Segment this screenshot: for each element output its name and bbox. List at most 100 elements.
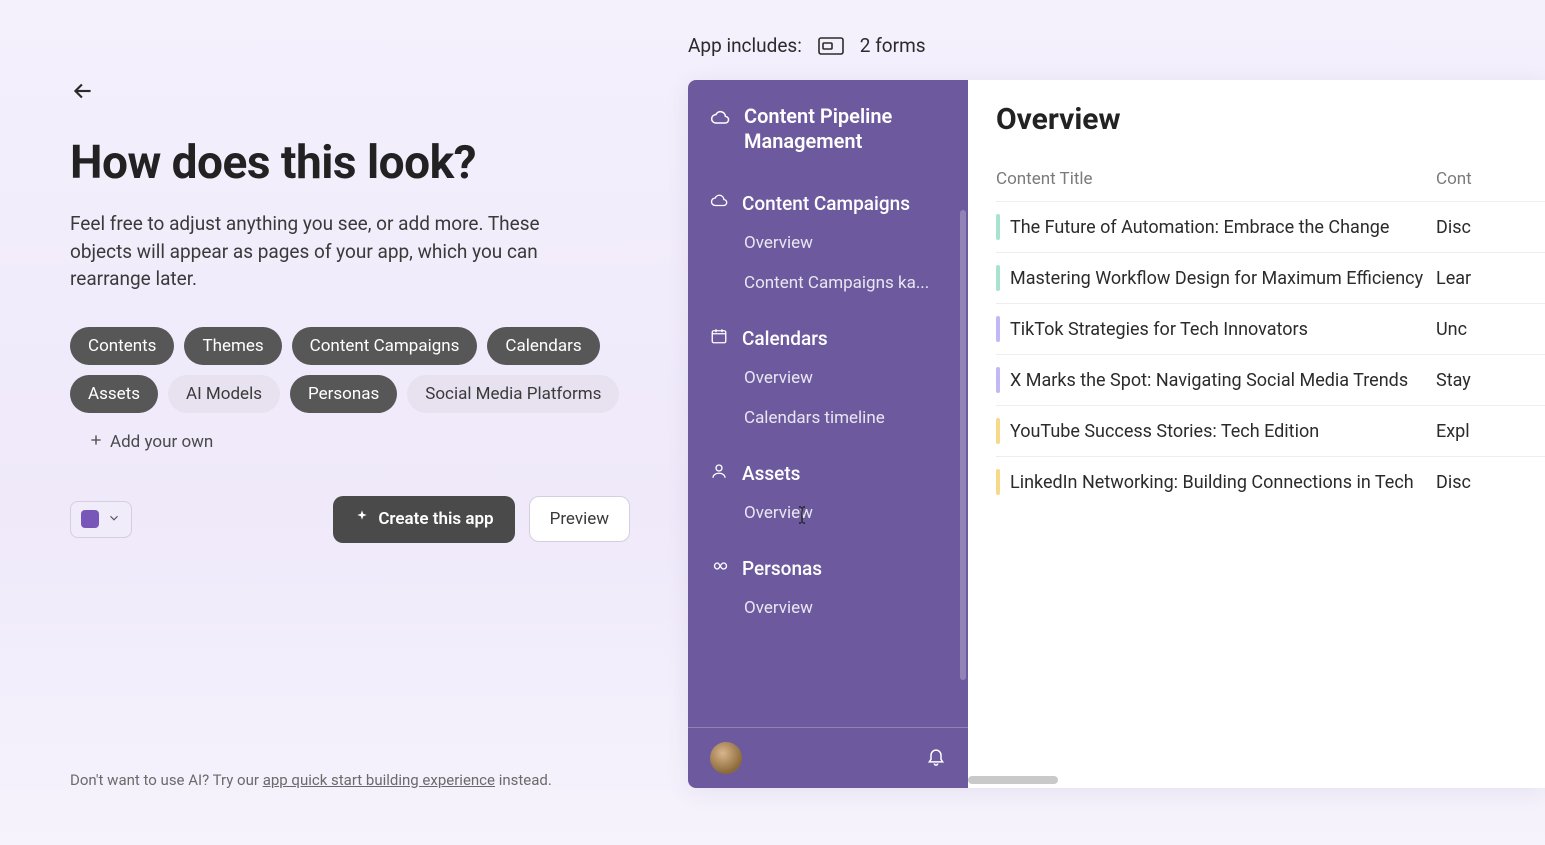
cloud-icon — [710, 104, 730, 132]
table-row[interactable]: YouTube Success Stories: Tech EditionExp… — [996, 405, 1545, 456]
back-button[interactable] — [70, 78, 96, 108]
nav-section-head[interactable]: Calendars — [688, 313, 968, 358]
create-app-button[interactable]: Create this app — [333, 496, 514, 543]
main-title: Overview — [996, 102, 1545, 137]
footer-pre: Don't want to use AI? Try our — [70, 771, 263, 789]
page-title: How does this look? — [70, 136, 630, 190]
infinity-icon — [710, 557, 728, 580]
table-body: The Future of Automation: Embrace the Ch… — [996, 201, 1545, 507]
object-chips: Contents Themes Content Campaigns Calendars… — [70, 327, 630, 462]
row-title: The Future of Automation: Embrace the Ch… — [1010, 217, 1436, 238]
nav-section: Personas Overview — [688, 543, 968, 628]
chip-label: Contents — [88, 336, 156, 356]
color-picker[interactable] — [70, 501, 132, 538]
actions-row: Create this app Preview — [70, 496, 630, 543]
chip-label: Content Campaigns — [310, 336, 460, 356]
row-desc: Disc — [1436, 472, 1545, 493]
nav-section-head[interactable]: Content Campaigns — [688, 178, 968, 223]
chip-label: Personas — [308, 384, 379, 404]
preview-button[interactable]: Preview — [529, 496, 630, 542]
table-row[interactable]: X Marks the Spot: Navigating Social Medi… — [996, 354, 1545, 405]
chip-label: Calendars — [505, 336, 581, 356]
preview-label: Preview — [550, 509, 609, 529]
app-includes-label: App includes: — [688, 34, 802, 57]
object-chip[interactable]: Personas — [290, 375, 397, 413]
chip-label: Social Media Platforms — [425, 384, 601, 404]
object-chip[interactable]: Themes — [184, 327, 281, 365]
footer-note: Don't want to use AI? Try our app quick … — [70, 771, 552, 789]
person-icon — [710, 462, 728, 485]
sidebar-header: Content Pipeline Management — [688, 80, 968, 172]
table-row[interactable]: LinkedIn Networking: Building Connection… — [996, 456, 1545, 507]
sidebar-scrollbar[interactable] — [960, 210, 966, 680]
nav-section-label: Personas — [742, 557, 822, 580]
preview-main: Overview Content Title Cont The Future o… — [968, 80, 1545, 788]
row-desc: Disc — [1436, 217, 1545, 238]
row-title: X Marks the Spot: Navigating Social Medi… — [1010, 370, 1436, 391]
nav-item[interactable]: Overview — [688, 223, 968, 263]
nav-item[interactable]: Content Campaigns ka... — [688, 263, 968, 303]
row-marker — [996, 469, 1000, 495]
footer-link[interactable]: app quick start building experience — [263, 771, 495, 789]
row-marker — [996, 418, 1000, 444]
row-title: Mastering Workflow Design for Maximum Ef… — [1010, 268, 1436, 289]
object-chip[interactable]: Assets — [70, 375, 158, 413]
sidebar-nav: Content CampaignsOverviewContent Campaig… — [688, 172, 968, 727]
footer-post: instead. — [495, 771, 552, 789]
color-swatch — [81, 510, 99, 528]
nav-section: Content CampaignsOverviewContent Campaig… — [688, 178, 968, 303]
table-row[interactable]: Mastering Workflow Design for Maximum Ef… — [996, 252, 1545, 303]
cloud-icon — [710, 192, 728, 215]
table-row[interactable]: The Future of Automation: Embrace the Ch… — [996, 201, 1545, 252]
nav-section-label: Assets — [742, 462, 800, 485]
arrow-left-icon — [70, 78, 96, 108]
object-chip[interactable]: AI Models — [168, 375, 280, 413]
row-desc: Stay — [1436, 370, 1545, 391]
col-header-desc: Cont — [1436, 169, 1545, 189]
bell-icon[interactable] — [926, 746, 946, 770]
sparkle-icon — [354, 509, 370, 530]
page-description: Feel free to adjust anything you see, or… — [70, 210, 600, 293]
sidebar-app-title: Content Pipeline Management — [744, 104, 946, 154]
sidebar-footer — [688, 727, 968, 788]
chip-label: Themes — [202, 336, 263, 356]
row-title: TikTok Strategies for Tech Innovators — [1010, 319, 1436, 340]
row-marker — [996, 214, 1000, 240]
add-object-chip[interactable]: Add your own — [70, 423, 231, 462]
chevron-down-icon — [107, 510, 121, 529]
avatar[interactable] — [710, 742, 742, 774]
plus-icon — [88, 432, 104, 453]
row-title: LinkedIn Networking: Building Connection… — [1010, 472, 1436, 493]
object-chip[interactable]: Calendars — [487, 327, 599, 365]
builder-left-panel: How does this look? Feel free to adjust … — [70, 78, 630, 543]
chip-label: Assets — [88, 384, 140, 404]
nav-item[interactable]: Calendars timeline — [688, 398, 968, 438]
chip-label: AI Models — [186, 384, 262, 404]
nav-section-label: Calendars — [742, 327, 828, 350]
object-chip[interactable]: Contents — [70, 327, 174, 365]
table-row[interactable]: TikTok Strategies for Tech InnovatorsUnc — [996, 303, 1545, 354]
nav-item[interactable]: Overview — [688, 493, 968, 533]
nav-section-head[interactable]: Personas — [688, 543, 968, 588]
nav-section-head[interactable]: Assets — [688, 448, 968, 493]
calendar-icon — [710, 327, 728, 350]
row-marker — [996, 367, 1000, 393]
forms-count-label: 2 forms — [860, 34, 926, 57]
row-desc: Unc — [1436, 319, 1545, 340]
object-chip[interactable]: Social Media Platforms — [407, 375, 619, 413]
form-icon — [818, 35, 844, 57]
preview-sidebar: Content Pipeline Management Content Camp… — [688, 80, 968, 788]
horizontal-scrollbar[interactable] — [968, 776, 1058, 784]
row-desc: Expl — [1436, 421, 1545, 442]
col-header-title: Content Title — [996, 169, 1436, 189]
nav-item[interactable]: Overview — [688, 588, 968, 628]
app-includes-bar: App includes: 2 forms — [688, 34, 926, 57]
preview-window: Content Pipeline Management Content Camp… — [688, 80, 1545, 788]
add-chip-label: Add your own — [110, 432, 213, 452]
row-marker — [996, 316, 1000, 342]
nav-item[interactable]: Overview — [688, 358, 968, 398]
row-desc: Lear — [1436, 268, 1545, 289]
object-chip[interactable]: Content Campaigns — [292, 327, 478, 365]
create-app-label: Create this app — [378, 509, 493, 529]
nav-section: Calendars OverviewCalendars timeline — [688, 313, 968, 438]
